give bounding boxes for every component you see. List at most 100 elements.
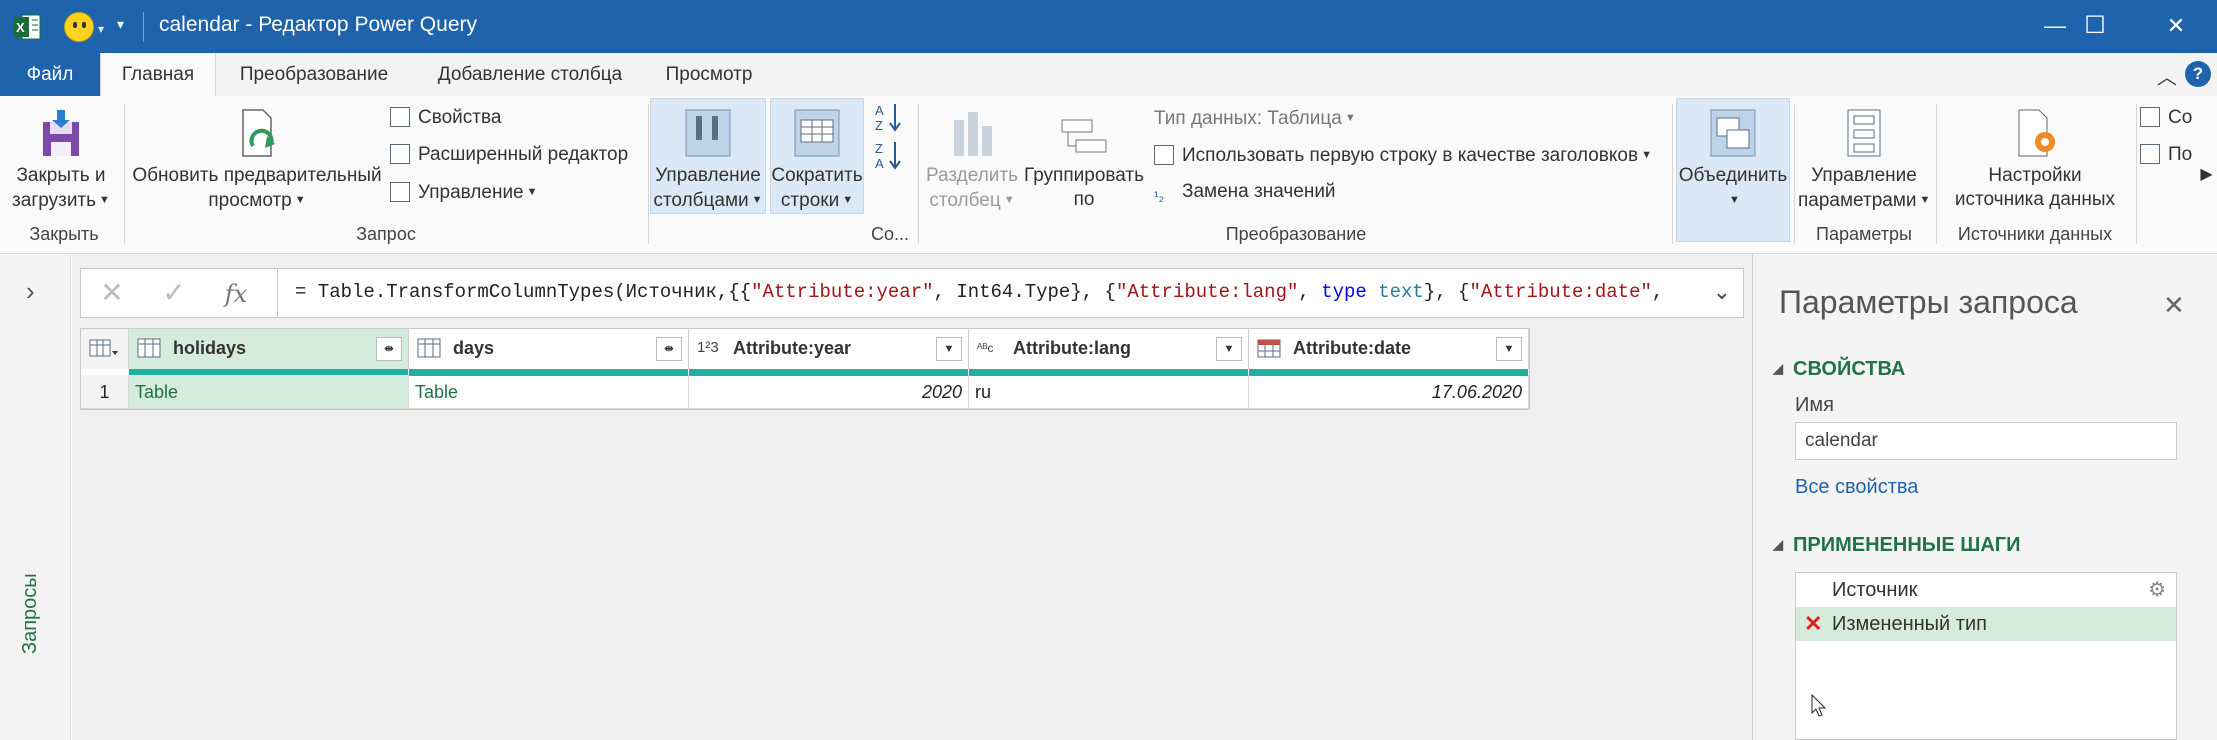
gear-icon[interactable]: ⚙ <box>2148 573 2166 607</box>
applied-steps-heading: ПРИМЕНЕННЫЕ ШАГИ <box>1793 534 2021 556</box>
accept-formula-icon[interactable]: ✓ <box>143 269 205 317</box>
filter-dropdown-icon[interactable]: ▼ <box>1216 337 1242 361</box>
split-column-button[interactable]: Разделить столбец ▼ <box>924 106 1020 213</box>
tab-view[interactable]: Просмотр <box>656 53 762 96</box>
excel-icon[interactable]: X <box>12 12 42 42</box>
properties-section[interactable]: ◢ СВОЙСТВА <box>1773 358 1905 381</box>
tab-transform[interactable]: Преобразование <box>224 53 404 96</box>
step-source[interactable]: Источник ⚙ <box>1796 573 2176 607</box>
data-type-dropdown[interactable]: Тип данных: Таблица ▼ <box>1154 104 1356 132</box>
datasource-settings-label-2: источника данных <box>1954 189 2116 210</box>
ribbon-scroll-right-icon[interactable]: ▶ <box>2196 96 2217 253</box>
properties-icon <box>390 107 410 127</box>
delete-step-icon[interactable]: ✕ <box>1804 607 1822 641</box>
smiley-feedback-icon[interactable] <box>64 12 94 42</box>
tab-home[interactable]: Главная <box>100 53 216 97</box>
column-name: Attribute:date <box>1293 338 1411 358</box>
group-query: Запрос <box>356 224 416 244</box>
query-name-input[interactable]: calendar <box>1795 422 2177 460</box>
column-header-attribute-lang[interactable]: ᴬᴮc Attribute:lang ▼ <box>969 329 1249 376</box>
all-properties-link[interactable]: Все свойства <box>1795 476 1918 499</box>
feedback-dropdown-icon[interactable]: ▾ <box>98 22 104 36</box>
refresh-preview-button[interactable]: Обновить предварительный просмотр ▼ <box>132 106 382 213</box>
applied-steps-section[interactable]: ◢ ПРИМЕНЕННЫЕ ШАГИ <box>1773 534 2021 557</box>
help-icon[interactable]: ? <box>2185 61 2211 87</box>
row-number[interactable]: 1 <box>81 375 129 409</box>
column-header-days[interactable]: days ⇹ <box>409 329 689 376</box>
close-load-icon <box>43 110 79 156</box>
table-cell-lang[interactable]: ru <box>969 375 1249 409</box>
reduce-rows-label-1: Сократить <box>771 165 863 186</box>
cancel-formula-icon[interactable]: ✕ <box>81 269 143 317</box>
advanced-editor-button[interactable]: Расширенный редактор <box>390 141 628 169</box>
close-settings-icon[interactable]: ✕ <box>2163 290 2185 321</box>
group-separator <box>1672 104 1673 244</box>
expand-column-icon[interactable]: ⇹ <box>376 337 402 361</box>
close-window-button[interactable]: ✕ <box>2154 6 2198 46</box>
filter-dropdown-icon[interactable]: ▼ <box>936 337 962 361</box>
table-cell-holidays[interactable]: Table <box>129 375 409 409</box>
table-cell-days[interactable]: Table <box>409 375 689 409</box>
overflow-item-2[interactable]: По <box>2140 141 2196 169</box>
queries-panel[interactable]: › Запросы <box>0 254 71 740</box>
manage-parameters-button[interactable]: Управление параметрами ▼ <box>1798 106 1930 213</box>
whole-number-type-icon[interactable]: 1²3 <box>697 338 721 358</box>
combine-button[interactable]: Объединить ▼ <box>1678 106 1788 213</box>
replace-values-button[interactable]: ¹₂ Замена значений <box>1154 178 1336 206</box>
collapse-triangle-icon[interactable]: ◢ <box>1773 361 1783 376</box>
calendar-icon[interactable] <box>1257 338 1281 358</box>
use-first-row-button[interactable]: Использовать первую строку в качестве за… <box>1154 141 1652 169</box>
close-load-label-2: загрузить <box>12 190 97 211</box>
collapse-ribbon-icon[interactable]: ︿ <box>2157 61 2177 90</box>
split-column-label-2: столбец <box>929 190 1001 211</box>
expand-column-icon[interactable]: ⇹ <box>656 337 682 361</box>
svg-text:A: A <box>875 156 884 171</box>
reduce-rows-button[interactable]: Сократить строки ▼ <box>770 106 864 213</box>
sort-descending-button[interactable]: ZA <box>874 140 904 179</box>
step-label: Источник <box>1832 579 1918 601</box>
tab-file[interactable]: Файл <box>0 53 100 96</box>
table-cell-year[interactable]: 2020 <box>689 375 969 409</box>
function-icon[interactable]: fx <box>205 269 267 317</box>
filter-dropdown-icon[interactable]: ▼ <box>1496 337 1522 361</box>
close-load-button[interactable]: Закрыть и загрузить ▼ <box>10 106 112 213</box>
column-header-attribute-date[interactable]: Attribute:date ▼ <box>1249 329 1529 376</box>
close-load-label-1: Закрыть и <box>16 165 106 186</box>
step-changed-type[interactable]: ✕ Измененный тип <box>1796 607 2176 641</box>
datasource-settings-button[interactable]: Настройки источника данных <box>1940 106 2130 212</box>
refresh-preview-icon <box>242 109 275 157</box>
formula-part: , <box>1298 281 1322 303</box>
reduce-rows-label-2: строки <box>780 190 840 211</box>
use-first-row-icon <box>1154 145 1174 165</box>
formula-keyword: type <box>1321 281 1367 303</box>
svg-text:Z: Z <box>875 141 883 156</box>
grid-corner-menu[interactable] <box>81 329 129 369</box>
maximize-button[interactable]: ☐ <box>2073 6 2117 46</box>
column-header-holidays[interactable]: holidays ⇹ <box>129 329 409 376</box>
column-header-attribute-year[interactable]: 1²3 Attribute:year ▼ <box>689 329 969 376</box>
ribbon-tabs: Файл Главная Преобразование Добавление с… <box>0 53 2217 97</box>
main-area <box>72 254 1752 740</box>
window-title: calendar - Редактор Power Query <box>159 13 477 36</box>
quick-access-dropdown-icon[interactable]: ▾ <box>117 16 124 33</box>
collapse-triangle-icon[interactable]: ◢ <box>1773 537 1783 552</box>
sort-ascending-button[interactable]: AZ <box>874 102 904 138</box>
table-cell-date[interactable]: 17.06.2020 <box>1249 375 1529 409</box>
group-separator <box>2136 104 2137 244</box>
properties-button[interactable]: Свойства <box>390 104 501 132</box>
expand-formula-icon[interactable]: ⌄ <box>1713 279 1731 305</box>
text-type-icon[interactable]: ᴬᴮc <box>977 338 1001 358</box>
expand-queries-icon[interactable]: › <box>26 276 35 307</box>
group-separator <box>918 104 919 244</box>
group-by-button[interactable]: Группировать по <box>1022 106 1146 212</box>
refresh-preview-label-1: Обновить предварительный <box>132 165 382 186</box>
manage-button[interactable]: Управление ▼ <box>390 178 538 206</box>
tab-add-column[interactable]: Добавление столбца <box>420 53 640 96</box>
queries-panel-label[interactable]: Запросы <box>19 573 42 654</box>
query-settings-pane: Параметры запроса ✕ ◢ СВОЙСТВА Имя calend… <box>1752 254 2217 740</box>
formula-text[interactable]: = Table.TransformColumnTypes(Источник,{{… <box>295 281 1663 303</box>
overflow-item-1[interactable]: Со <box>2140 104 2196 132</box>
name-label: Имя <box>1795 394 1834 416</box>
minimize-button[interactable]: — <box>2033 6 2077 46</box>
manage-columns-button[interactable]: Управление столбцами ▼ <box>652 106 764 213</box>
